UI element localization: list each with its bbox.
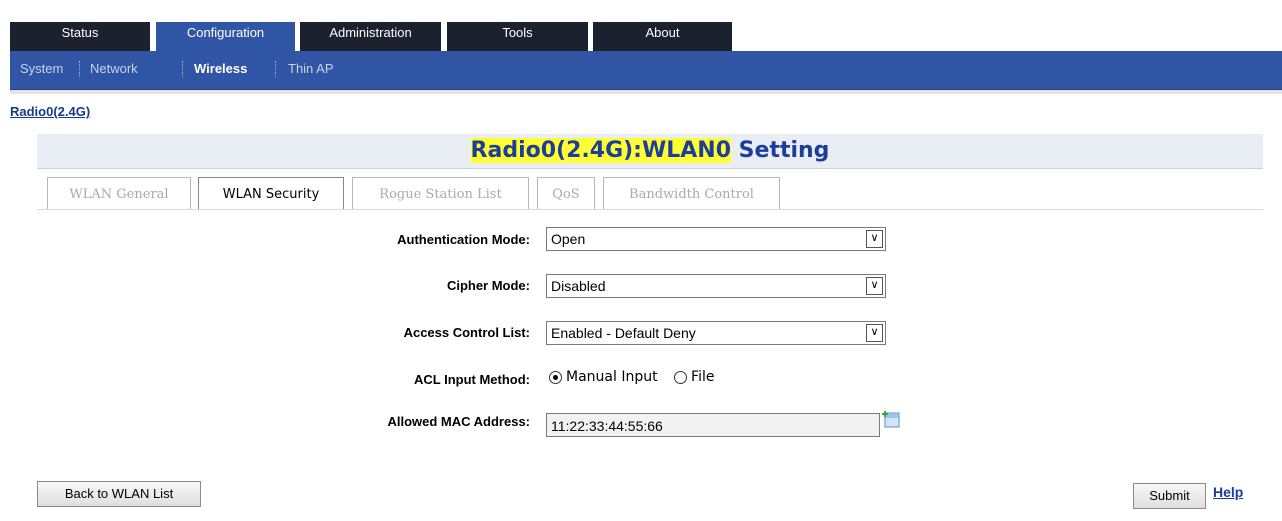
top-tab-bar: Status Configuration Administration Tool…: [0, 0, 1282, 52]
allowed-mac-input[interactable]: 11:22:33:44:55:66: [546, 413, 880, 437]
sub-nav-bar: System Network Wireless Thin AP: [10, 51, 1282, 90]
acl-value: Enabled - Default Deny: [551, 325, 696, 341]
radio-file[interactable]: [674, 370, 688, 384]
tab-about-label: About: [645, 25, 680, 40]
nav-thin-ap[interactable]: Thin AP: [288, 61, 334, 76]
add-entry-icon[interactable]: [882, 410, 901, 429]
tab-wlan-general[interactable]: WLAN General: [47, 177, 191, 210]
tab-tools[interactable]: Tools: [447, 22, 588, 52]
radio-manual-input[interactable]: [549, 370, 562, 384]
tab-status-label: Status: [61, 25, 99, 40]
nav-separator: [79, 61, 80, 77]
tab-administration-label: Administration: [329, 25, 412, 40]
submit-button[interactable]: Submit: [1133, 483, 1206, 509]
cipher-mode-value: Disabled: [551, 278, 606, 294]
allowed-mac-label: Allowed MAC Address:: [387, 414, 530, 429]
page-title-rest: Setting: [731, 138, 830, 163]
nav-wireless[interactable]: Wireless: [194, 61, 247, 76]
tab-configuration[interactable]: Configuration: [156, 22, 295, 52]
auth-mode-label: Authentication Mode:: [397, 232, 530, 247]
acl-input-method-label: ACL Input Method:: [413, 372, 530, 387]
tab-rogue-station-list[interactable]: Rogue Station List: [352, 177, 529, 210]
tab-tools-label: Tools: [502, 25, 533, 40]
nav-separator: [275, 61, 276, 77]
cipher-mode-select[interactable]: Disabled ∨: [546, 274, 886, 298]
breadcrumb[interactable]: Radio0(2.4G): [10, 104, 90, 119]
nav-separator: [182, 61, 183, 77]
tab-administration[interactable]: Administration: [300, 22, 441, 52]
tab-underline: [37, 209, 1263, 210]
cipher-mode-label: Cipher Mode:: [446, 278, 530, 293]
nav-system[interactable]: System: [20, 61, 63, 76]
acl-select[interactable]: Enabled - Default Deny ∨: [546, 321, 886, 345]
page-title-highlight: Radio0(2.4G):WLAN0: [470, 138, 732, 163]
back-to-wlan-list-button[interactable]: Back to WLAN List: [37, 481, 201, 507]
radio-file-label: File: [691, 369, 715, 385]
acl-label: Access Control List:: [403, 325, 530, 340]
acl-input-method-group: Manual Input File: [549, 369, 726, 385]
radio-manual-input-label: Manual Input: [566, 369, 658, 385]
tab-qos[interactable]: QoS: [537, 177, 595, 210]
nav-network[interactable]: Network: [90, 61, 138, 76]
tab-configuration-label: Configuration: [186, 25, 265, 40]
help-link[interactable]: Help: [1213, 484, 1243, 500]
chevron-down-icon[interactable]: ∨: [866, 277, 883, 295]
nav-shadow: [10, 90, 1282, 94]
auth-mode-value: Open: [551, 231, 586, 247]
tab-about[interactable]: About: [593, 22, 732, 52]
tab-bandwidth-control[interactable]: Bandwidth Control: [603, 177, 780, 210]
tab-status[interactable]: Status: [10, 22, 150, 52]
tab-wlan-security[interactable]: WLAN Security: [198, 177, 344, 210]
auth-mode-select[interactable]: Open ∨: [546, 227, 886, 251]
page-title-bar: Radio0(2.4G):WLAN0 Setting: [37, 134, 1263, 169]
chevron-down-icon[interactable]: ∨: [866, 230, 883, 248]
chevron-down-icon[interactable]: ∨: [866, 324, 883, 342]
